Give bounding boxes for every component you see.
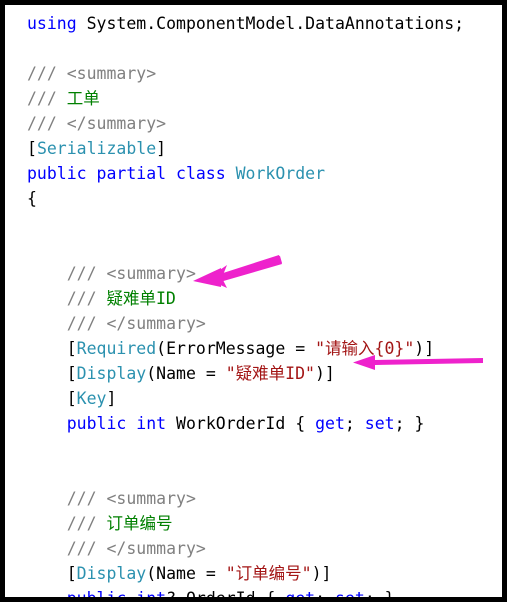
line-2-blank[interactable] <box>5 36 502 61</box>
line-17-property-workorderid[interactable]: public int WorkOrderId { get; set; } <box>5 411 502 436</box>
token-type: Required <box>76 339 157 358</box>
token-plain: )] <box>311 564 332 583</box>
token-keyword: get <box>315 414 345 433</box>
token-doc_chinese: 工单 <box>66 89 100 108</box>
line-15-display-attribute-workorderid[interactable]: [Display(Name = "疑难单ID")] <box>5 361 502 386</box>
token-string: "订单编号" <box>225 564 312 583</box>
line-5-summary-close[interactable]: /// </summary> <box>5 111 502 136</box>
token-comment: /// <summary> <box>27 489 196 508</box>
token-keyword: set <box>364 414 395 433</box>
token-keyword: public int <box>66 414 167 433</box>
token-string: "疑难单ID" <box>225 364 315 383</box>
token-type: Display <box>76 364 147 383</box>
token-keyword: set <box>335 589 365 602</box>
line-21-summary-text-dingdan-bianhao[interactable]: /// 订单编号 <box>5 511 502 536</box>
token-keyword: public int <box>66 589 167 602</box>
line-4-summary-text-gongdan[interactable]: /// 工单 <box>5 86 502 111</box>
token-plain: System.ComponentModel.DataAnnotations; <box>76 14 465 33</box>
token-type: Key <box>76 389 107 408</box>
line-12-summary-text-yinandan-id[interactable]: /// 疑难单ID <box>5 286 502 311</box>
token-plain: ] <box>106 389 117 408</box>
token-plain: [ <box>27 139 37 158</box>
line-3-summary-open[interactable]: /// <summary> <box>5 61 502 86</box>
line-9-blank[interactable] <box>5 211 502 236</box>
token-comment: /// </summary> <box>27 314 206 333</box>
token-type: WorkOrder <box>235 164 326 183</box>
line-13-summary-close[interactable]: /// </summary> <box>5 311 502 336</box>
token-plain: ; } <box>394 414 425 433</box>
token-plain: ; } <box>364 589 395 602</box>
line-18-blank[interactable] <box>5 436 502 461</box>
token-plain: ? OrderId { <box>166 589 286 602</box>
line-20-summary-open[interactable]: /// <summary> <box>5 486 502 511</box>
token-plain: WorkOrderId { <box>166 414 316 433</box>
token-plain: (Name = <box>146 364 226 383</box>
token-plain: (ErrorMessage = <box>156 339 316 358</box>
token-plain: [ <box>27 389 77 408</box>
line-19-blank[interactable] <box>5 461 502 486</box>
token-plain: ; <box>315 589 335 602</box>
token-string: "请输入{0}" <box>315 339 415 358</box>
token-plain: [ <box>27 339 77 358</box>
line-14-required-attribute[interactable]: [Required(ErrorMessage = "请输入{0}")] <box>5 336 502 361</box>
code-screenshot: using System.ComponentModel.DataAnnotati… <box>0 0 507 602</box>
line-24-property-orderid[interactable]: public int? OrderId { get; set; } <box>5 586 502 602</box>
token-type: Serializable <box>36 139 157 158</box>
line-16-key-attribute[interactable]: [Key] <box>5 386 502 411</box>
token-plain: ] <box>156 139 167 158</box>
token-plain: [ <box>27 564 77 583</box>
line-8-open-brace[interactable]: { <box>5 186 502 211</box>
line-10-blank[interactable] <box>5 236 502 261</box>
token-comment: /// <box>27 289 107 308</box>
line-6-serializable-attribute[interactable]: [Serializable] <box>5 136 502 161</box>
token-comment: /// <box>27 89 67 108</box>
token-plain: [ <box>27 364 77 383</box>
token-keyword: public partial class <box>27 164 226 183</box>
token-comment: /// <summary> <box>27 264 196 283</box>
token-doc_chinese: 疑难单ID <box>106 289 176 308</box>
token-plain: )] <box>314 364 335 383</box>
token-plain: ; <box>344 414 365 433</box>
token-comment: /// </summary> <box>27 114 167 133</box>
token-type: Display <box>76 564 147 583</box>
token-comment: /// </summary> <box>27 539 206 558</box>
code-editor-area[interactable]: using System.ComponentModel.DataAnnotati… <box>5 5 502 597</box>
token-comment: /// <box>27 514 107 533</box>
token-comment: /// <summary> <box>27 64 157 83</box>
line-23-display-attribute-orderid[interactable]: [Display(Name = "订单编号")] <box>5 561 502 586</box>
token-doc_chinese: 订单编号 <box>106 514 173 533</box>
line-11-summary-open[interactable]: /// <summary> <box>5 261 502 286</box>
token-plain: )] <box>414 339 435 358</box>
token-keyword: get <box>285 589 316 602</box>
line-1-using[interactable]: using System.ComponentModel.DataAnnotati… <box>5 11 502 36</box>
token-plain: { <box>27 189 37 208</box>
token-plain: (Name = <box>146 564 226 583</box>
token-keyword: using <box>27 14 77 33</box>
line-22-summary-close[interactable]: /// </summary> <box>5 536 502 561</box>
line-7-class-declaration[interactable]: public partial class WorkOrder <box>5 161 502 186</box>
